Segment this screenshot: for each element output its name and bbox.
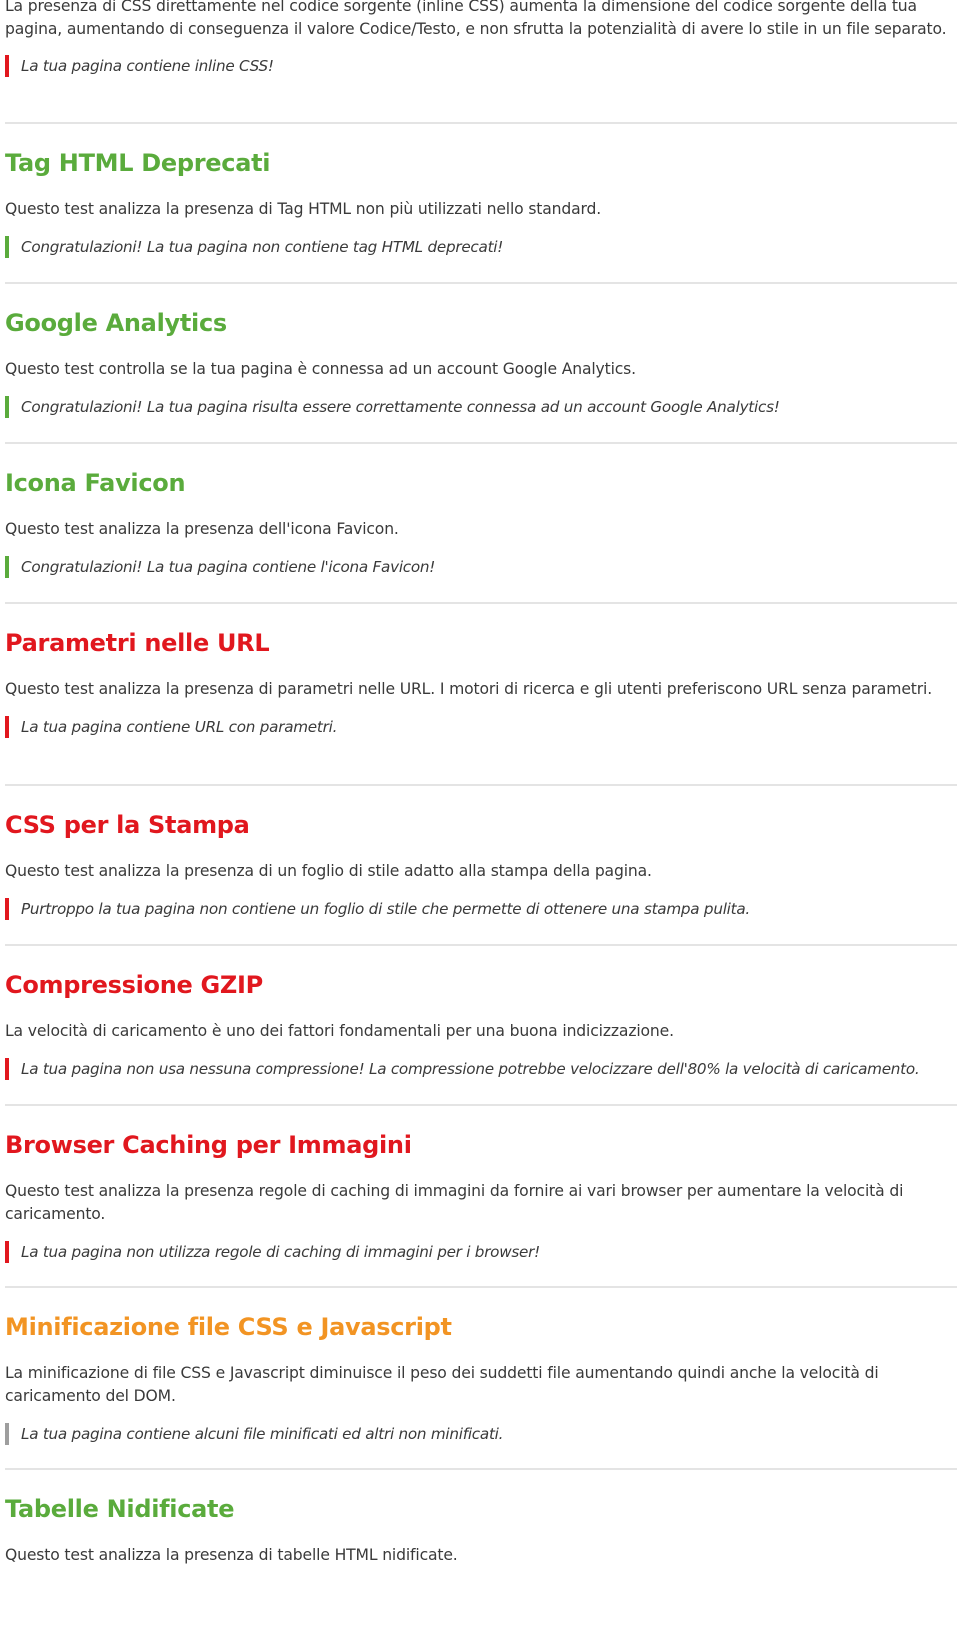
result-text: Congratulazioni! La tua pagina risulta e…	[21, 398, 780, 416]
section-url-parameters: Parametri nelle URL Questo test analizza…	[5, 628, 957, 738]
section-description: Questo test analizza la presenza dell'ic…	[5, 520, 399, 538]
pass-indicator-bar	[5, 556, 9, 578]
section-description: Questo test analizza la presenza regole …	[5, 1182, 904, 1223]
pass-indicator-bar	[5, 396, 9, 418]
section-result: Congratulazioni! La tua pagina contiene …	[5, 556, 957, 578]
section-description: Questo test analizza la presenza di tabe…	[5, 1546, 458, 1564]
section-title: Compressione GZIP	[5, 971, 263, 999]
section-result: La tua pagina contiene alcuni file minif…	[5, 1423, 957, 1445]
section-css-js-minification: Minificazione file CSS e Javascript La m…	[5, 1312, 957, 1445]
section-result: Purtroppo la tua pagina non contiene un …	[5, 898, 957, 920]
result-text: La tua pagina contiene inline CSS!	[21, 57, 274, 75]
section-deprecated-html-tags: Tag HTML Deprecati Questo test analizza …	[5, 148, 957, 258]
section-description: La velocità di caricamento è uno dei fat…	[5, 1022, 674, 1040]
section-result: La tua pagina non utilizza regole di cac…	[5, 1241, 957, 1263]
section-favicon: Icona Favicon Questo test analizza la pr…	[5, 468, 957, 578]
result-text: La tua pagina contiene alcuni file minif…	[21, 1425, 504, 1443]
section-title: CSS per la Stampa	[5, 811, 250, 839]
warning-indicator-bar	[5, 1423, 9, 1445]
section-divider	[5, 122, 957, 124]
section-divider	[5, 1286, 957, 1288]
section-result: Congratulazioni! La tua pagina non conti…	[5, 236, 957, 258]
section-description: La minificazione di file CSS e Javascrip…	[5, 1364, 879, 1405]
section-google-analytics: Google Analytics Questo test controlla s…	[5, 308, 957, 418]
section-description: Questo test analizza la presenza di para…	[5, 680, 932, 698]
result-text: La tua pagina contiene URL con parametri…	[21, 718, 338, 736]
result-text: La tua pagina non utilizza regole di cac…	[21, 1243, 540, 1261]
section-print-css: CSS per la Stampa Questo test analizza l…	[5, 810, 957, 920]
section-image-browser-caching: Browser Caching per Immagini Questo test…	[5, 1130, 957, 1263]
section-divider	[5, 282, 957, 284]
section-gzip-compression: Compressione GZIP La velocità di caricam…	[5, 970, 957, 1080]
section-description: Questo test analizza la presenza di un f…	[5, 862, 652, 880]
section-result: La tua pagina non usa nessuna compressio…	[5, 1058, 957, 1080]
section-title: Browser Caching per Immagini	[5, 1131, 412, 1159]
section-divider	[5, 944, 957, 946]
result-text: Congratulazioni! La tua pagina non conti…	[21, 238, 504, 256]
fail-indicator-bar	[5, 1058, 9, 1080]
section-title: Google Analytics	[5, 309, 227, 337]
section-description: Questo test analizza la presenza di Tag …	[5, 200, 602, 218]
section-result: Congratulazioni! La tua pagina risulta e…	[5, 396, 957, 418]
section-description: La presenza di CSS direttamente nel codi…	[5, 0, 947, 38]
section-title: Parametri nelle URL	[5, 629, 270, 657]
section-title: Icona Favicon	[5, 469, 186, 497]
fail-indicator-bar	[5, 55, 9, 77]
fail-indicator-bar	[5, 1241, 9, 1263]
section-divider	[5, 1468, 957, 1470]
section-divider	[5, 442, 957, 444]
pass-indicator-bar	[5, 236, 9, 258]
section-result: La tua pagina contiene inline CSS!	[5, 55, 957, 77]
section-title: Minificazione file CSS e Javascript	[5, 1313, 452, 1341]
section-title: Tabelle Nidificate	[5, 1495, 235, 1523]
section-nested-tables: Tabelle Nidificate Questo test analizza …	[5, 1494, 957, 1567]
section-description: Questo test controlla se la tua pagina è…	[5, 360, 636, 378]
section-divider	[5, 602, 957, 604]
section-divider	[5, 1104, 957, 1106]
section-title: Tag HTML Deprecati	[5, 149, 271, 177]
result-text: La tua pagina non usa nessuna compressio…	[21, 1060, 920, 1078]
section-result: La tua pagina contiene URL con parametri…	[5, 716, 957, 738]
inline-css-section: La presenza di CSS direttamente nel codi…	[5, 0, 957, 77]
section-divider	[5, 784, 957, 786]
result-text: Congratulazioni! La tua pagina contiene …	[21, 558, 436, 576]
result-text: Purtroppo la tua pagina non contiene un …	[21, 900, 750, 918]
fail-indicator-bar	[5, 716, 9, 738]
fail-indicator-bar	[5, 898, 9, 920]
